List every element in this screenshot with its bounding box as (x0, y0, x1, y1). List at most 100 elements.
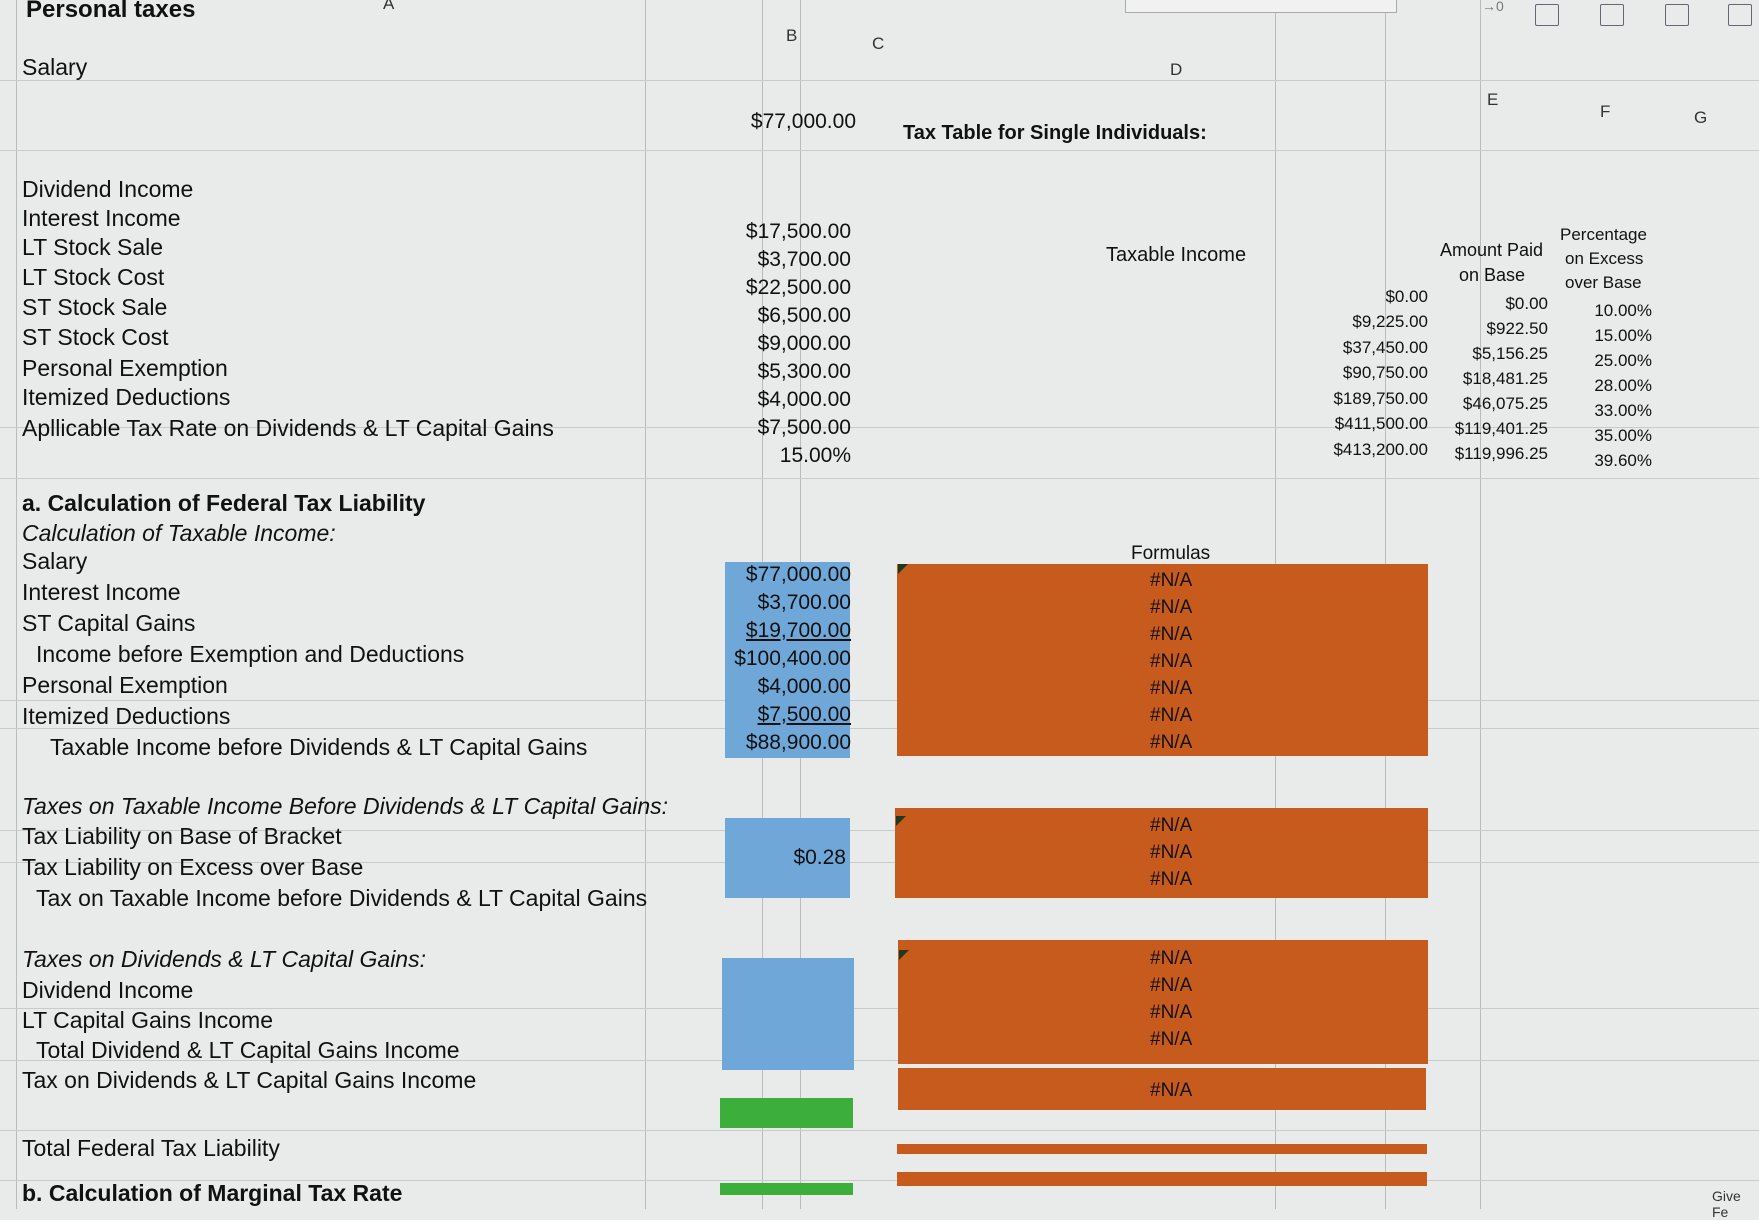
taxes-div-label: Dividend Income (22, 977, 194, 1003)
input-label: Interest Income (22, 205, 181, 231)
taxes-before-label: Tax Liability on Excess over Base (22, 854, 364, 880)
formulas-header: Formulas (1131, 543, 1211, 564)
gridline (0, 728, 1759, 729)
gridline (16, 0, 17, 1209)
calc-value[interactable]: $88,900.00 (733, 731, 851, 755)
total-fill (720, 1098, 853, 1128)
error-indicator (896, 816, 906, 826)
formula-cell[interactable]: #N/A (1150, 597, 1192, 619)
calc-label: Personal Exemption (22, 672, 228, 698)
tax-table-col-amount: Amount Paid (1440, 240, 1544, 260)
section-a-heading: a. Calculation of Federal Tax Liability (22, 490, 426, 516)
formula-cell[interactable]: #N/A (1150, 1029, 1192, 1051)
tax-table-base[interactable]: $119,401.25 (1440, 419, 1548, 439)
format-icon[interactable] (1600, 4, 1624, 26)
input-label: Personal Exemption (22, 355, 228, 381)
input-value[interactable]: $9,000.00 (733, 332, 851, 356)
tax-table-income[interactable]: $411,500.00 (1320, 414, 1428, 434)
column-header-d[interactable]: D (1170, 60, 1182, 80)
formula-cell[interactable]: #N/A (1150, 975, 1192, 997)
taxes-before-value[interactable]: $0.28 (728, 846, 846, 870)
tax-table-col-pct: over Base (1565, 273, 1642, 292)
tax-table-base[interactable]: $119,996.25 (1440, 444, 1548, 464)
ribbon-arrow-text: →0 (1482, 0, 1504, 14)
input-value[interactable]: $4,000.00 (733, 388, 851, 412)
column-header-f[interactable]: F (1600, 102, 1610, 122)
calc-value[interactable]: $7,500.00 (733, 703, 851, 727)
formula-cell[interactable]: #N/A (1150, 570, 1192, 592)
column-header-g[interactable]: G (1694, 108, 1707, 128)
tax-table-base[interactable]: $46,075.25 (1440, 394, 1548, 414)
formula-cell[interactable]: #N/A (1150, 732, 1192, 754)
formula-cell[interactable]: #N/A (1150, 624, 1192, 646)
input-label: LT Stock Sale (22, 234, 164, 260)
input-label: Salary (22, 54, 88, 80)
tax-table-col-amount: on Base (1459, 265, 1526, 285)
feedback-link[interactable]: Give Fe (1712, 1188, 1759, 1220)
tax-table-pct[interactable]: 33.00% (1560, 401, 1652, 421)
tax-table-pct[interactable]: 15.00% (1560, 326, 1652, 346)
calc-value[interactable]: $77,000.00 (733, 563, 851, 587)
formula-cell[interactable]: #N/A (1150, 1080, 1192, 1102)
ribbon-bar (1125, 0, 1397, 13)
taxes-div-label: Total Dividend & LT Capital Gains Income (36, 1037, 460, 1063)
error-indicator (899, 950, 909, 960)
input-value[interactable]: $6,500.00 (733, 304, 851, 328)
tax-table-income[interactable]: $0.00 (1320, 287, 1428, 307)
formula-cell[interactable]: #N/A (1150, 651, 1192, 673)
tax-table-base[interactable]: $0.00 (1440, 294, 1548, 314)
column-header-b[interactable]: B (786, 26, 797, 46)
formula-cell[interactable]: #N/A (1150, 869, 1192, 891)
column-header-e[interactable]: E (1487, 90, 1498, 110)
formula-cell[interactable]: #N/A (1150, 705, 1192, 727)
tax-table-col-taxable: Taxable Income (1106, 244, 1247, 266)
column-header-a[interactable]: A (383, 0, 394, 14)
tax-table-base[interactable]: $18,481.25 (1440, 369, 1548, 389)
sheet-title: Personal taxes (26, 0, 196, 23)
grid-icon[interactable] (1535, 4, 1559, 26)
tax-table-income[interactable]: $90,750.00 (1320, 363, 1428, 383)
taxes-before-label: Tax Liability on Base of Bracket (22, 823, 342, 849)
tax-table-income[interactable]: $189,750.00 (1320, 389, 1428, 409)
tax-table-base[interactable]: $5,156.25 (1440, 344, 1548, 364)
gridline (1480, 0, 1481, 1209)
tax-table-base[interactable]: $922.50 (1440, 319, 1548, 339)
taxes-div-label: Tax on Dividends & LT Capital Gains Inco… (22, 1067, 477, 1093)
section-b-heading: b. Calculation of Marginal Tax Rate (22, 1180, 403, 1206)
formula-cell[interactable]: #N/A (1150, 815, 1192, 837)
column-header-c[interactable]: C (872, 34, 884, 54)
tax-table-income[interactable]: $413,200.00 (1320, 440, 1428, 460)
error-indicator (898, 564, 908, 574)
tax-table-col-pct: on Excess (1565, 249, 1644, 268)
tax-table-pct[interactable]: 35.00% (1560, 426, 1652, 446)
formula-cell[interactable]: #N/A (1150, 678, 1192, 700)
input-value[interactable]: $22,500.00 (733, 276, 851, 300)
calc-value[interactable]: $4,000.00 (733, 675, 851, 699)
input-label: Itemized Deductions (22, 384, 231, 410)
tax-table-pct[interactable]: 39.60% (1560, 451, 1652, 471)
insert-icon[interactable] (1728, 4, 1752, 26)
input-value[interactable]: $77,000.00 (738, 110, 856, 134)
input-value[interactable]: $17,500.00 (733, 220, 851, 244)
input-fill-block (722, 958, 854, 1070)
styles-icon[interactable] (1665, 4, 1689, 26)
formula-cell[interactable]: #N/A (1150, 842, 1192, 864)
input-value[interactable]: $7,500.00 (733, 416, 851, 440)
calc-value[interactable]: $3,700.00 (733, 591, 851, 615)
tax-table-pct[interactable]: 10.00% (1560, 301, 1652, 321)
section-a-subheading: Calculation of Taxable Income: (22, 520, 336, 546)
tax-table-pct[interactable]: 28.00% (1560, 376, 1652, 396)
calc-value[interactable]: $100,400.00 (733, 647, 851, 671)
input-value[interactable]: $5,300.00 (733, 360, 851, 384)
formula-cell[interactable]: #N/A (1150, 1002, 1192, 1024)
tax-table-income[interactable]: $37,450.00 (1320, 338, 1428, 358)
total-label: Total Federal Tax Liability (22, 1135, 280, 1161)
input-value[interactable]: 15.00% (733, 444, 851, 468)
spreadsheet[interactable]: →0 Personal taxes A B C D E F G Salary $… (0, 0, 1759, 1220)
tax-table-pct[interactable]: 25.00% (1560, 351, 1652, 371)
tax-table-income[interactable]: $9,225.00 (1320, 312, 1428, 332)
input-value[interactable]: $3,700.00 (733, 248, 851, 272)
calc-value[interactable]: $19,700.00 (733, 619, 851, 643)
formula-cell[interactable]: #N/A (1150, 948, 1192, 970)
calc-label: Interest Income (22, 579, 181, 605)
